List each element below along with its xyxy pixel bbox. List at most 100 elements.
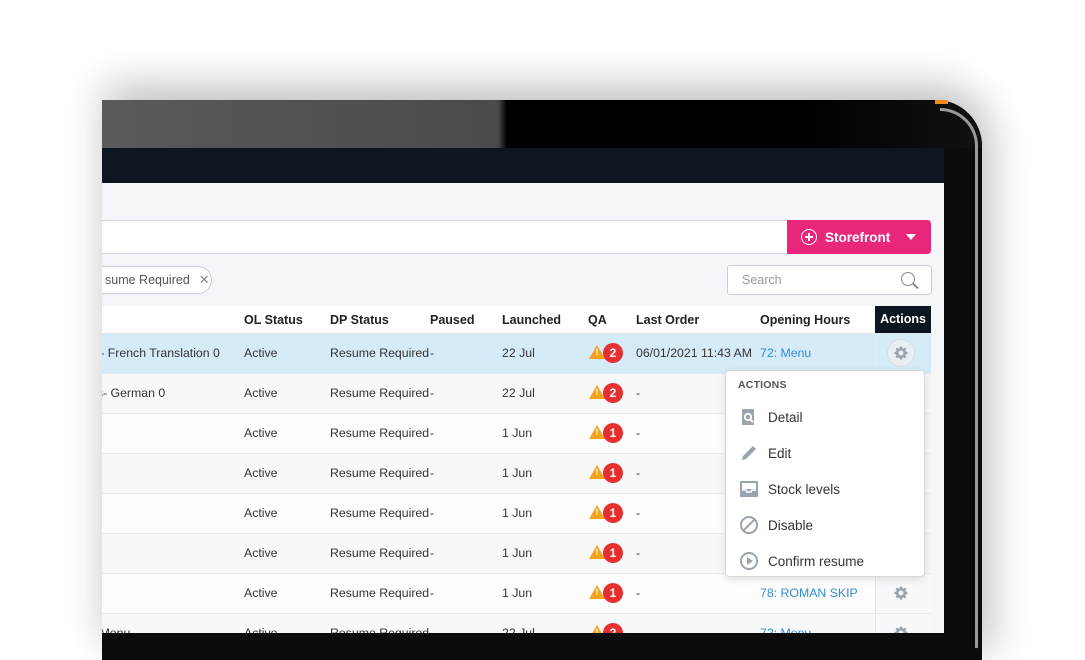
top-navbar <box>102 148 944 183</box>
gear-icon <box>894 626 908 633</box>
qa-warning-badge[interactable]: ! 1 <box>589 463 623 483</box>
paused-value: - <box>430 426 435 440</box>
last-order: - <box>636 626 641 633</box>
paused-value: - <box>430 386 435 400</box>
device-edge <box>940 108 978 648</box>
menu-item-label: Detail <box>768 409 803 425</box>
dp-status: Resume Required <box>330 626 430 633</box>
launched-date: 1 Jun <box>502 506 533 520</box>
menu-item-label: Disable <box>768 517 814 533</box>
dp-status: Resume Required <box>330 546 430 560</box>
ol-status: Active <box>244 546 278 560</box>
qa-warning-badge[interactable]: ! 1 <box>589 503 623 523</box>
search-icon[interactable] <box>901 272 915 286</box>
last-order: - <box>636 426 641 440</box>
last-order: - <box>636 506 641 520</box>
ol-status: Active <box>244 386 278 400</box>
row-actions-button[interactable] <box>887 619 915 633</box>
col-paused[interactable]: Paused <box>430 313 474 327</box>
launched-date: 22 Jul <box>502 346 535 360</box>
qa-count: 1 <box>603 583 623 603</box>
col-launched[interactable]: Launched <box>502 313 561 327</box>
storefront-name: o - French Translation 0 <box>102 346 220 360</box>
col-dp-status[interactable]: DP Status <box>330 313 389 327</box>
warning-mark: ! <box>595 627 599 634</box>
launched-date: 1 Jun <box>502 466 533 480</box>
qa-warning-badge[interactable]: ! 1 <box>589 423 623 443</box>
table-row[interactable]: o - French Translation 0 Active Resume Req… <box>102 334 931 374</box>
ol-status: Active <box>244 346 278 360</box>
dp-status: Resume Required <box>330 506 430 520</box>
warning-mark: ! <box>595 587 599 597</box>
col-last-order[interactable]: Last Order <box>636 313 699 327</box>
launched-date: 1 Jun <box>502 426 533 440</box>
launched-date: 22 Jul <box>502 626 535 633</box>
opening-hours-link[interactable]: 72: Menu <box>760 346 811 360</box>
actions-cell <box>875 614 931 633</box>
device-bezel-glare <box>102 100 982 148</box>
paused-value: - <box>430 626 435 633</box>
qa-warning-badge[interactable]: ! 1 <box>589 583 623 603</box>
search-input[interactable] <box>740 272 894 288</box>
table-header: OL Status DP Status Paused Launched QA L… <box>102 306 931 334</box>
warning-mark: ! <box>595 347 599 357</box>
storefront-name: s Menu <box>102 626 131 633</box>
plus-circle-icon <box>801 229 817 245</box>
qa-warning-badge[interactable]: ! 2 <box>589 383 623 403</box>
opening-hours-link[interactable]: 78: ROMAN SKIP <box>760 586 858 600</box>
close-icon[interactable]: ✕ <box>199 272 210 288</box>
menu-item-edit[interactable]: Edit <box>738 440 914 466</box>
warning-mark: ! <box>595 467 599 477</box>
qa-warning-badge[interactable]: ! 2 <box>589 343 623 363</box>
warning-mark: ! <box>595 507 599 517</box>
col-ol-status[interactable]: OL Status <box>244 313 303 327</box>
qa-count: 2 <box>603 623 623 633</box>
last-order: - <box>636 466 641 480</box>
dp-status: Resume Required <box>330 346 430 360</box>
qa-count: 2 <box>603 343 623 363</box>
last-order: - <box>636 586 641 600</box>
qa-warning-badge[interactable]: ! 2 <box>589 623 623 633</box>
warning-mark: ! <box>595 387 599 397</box>
launched-date: 1 Jun <box>502 586 533 600</box>
ol-status: Active <box>244 466 278 480</box>
menu-item-label: Confirm resume <box>768 553 865 569</box>
ol-status: Active <box>244 426 278 440</box>
storefront-button[interactable]: Storefront <box>787 220 931 254</box>
inbox-tray-icon <box>738 478 760 500</box>
paused-value: - <box>430 466 435 480</box>
warning-mark: ! <box>595 547 599 557</box>
table-row[interactable]: s MenuActiveResume Required-22 Jul!2-72:… <box>102 614 931 633</box>
gear-icon <box>894 346 908 360</box>
table-row[interactable]: Active Resume Required -1 Jun! 1-78: ROMAN … <box>102 574 931 614</box>
row-actions-button[interactable] <box>887 339 915 367</box>
launched-date: 1 Jun <box>502 546 533 560</box>
play-circle-icon <box>738 550 760 572</box>
last-order: - <box>636 386 641 400</box>
qa-count: 1 <box>603 503 623 523</box>
dp-status: Resume Required <box>330 426 430 440</box>
dp-status: Resume Required <box>330 386 430 400</box>
col-qa[interactable]: QA <box>588 313 607 327</box>
row-actions-button[interactable] <box>887 579 915 607</box>
menu-item-disable[interactable]: Disable <box>738 512 914 538</box>
last-order: 06/01/2021 11:43 AM <box>636 346 753 360</box>
col-actions: Actions <box>875 306 931 333</box>
storefront-button-label: Storefront <box>825 229 891 245</box>
qa-count: 1 <box>603 423 623 443</box>
actions-cell <box>875 334 931 373</box>
menu-item-confirm-resume[interactable]: Confirm resume <box>738 548 914 574</box>
opening-hours-link[interactable]: 72: Menu <box>760 626 811 633</box>
chevron-down-icon <box>906 234 917 240</box>
qa-count: 1 <box>603 463 623 483</box>
qa-warning-badge[interactable]: ! 1 <box>589 543 623 563</box>
menu-item-stock-levels[interactable]: Stock levels <box>738 476 914 502</box>
actions-dropdown-menu: ACTIONS Detail Edit Stock levels Disable… <box>725 370 925 577</box>
ol-status: Active <box>244 506 278 520</box>
col-opening-hours[interactable]: Opening Hours <box>760 313 850 327</box>
filter-chip-label: sume Required <box>105 273 190 287</box>
filter-chip: sume Required ✕ <box>102 266 212 294</box>
menu-item-label: Edit <box>768 445 792 461</box>
menu-item-detail[interactable]: Detail <box>738 404 914 430</box>
dp-status: Resume Required <box>330 466 430 480</box>
